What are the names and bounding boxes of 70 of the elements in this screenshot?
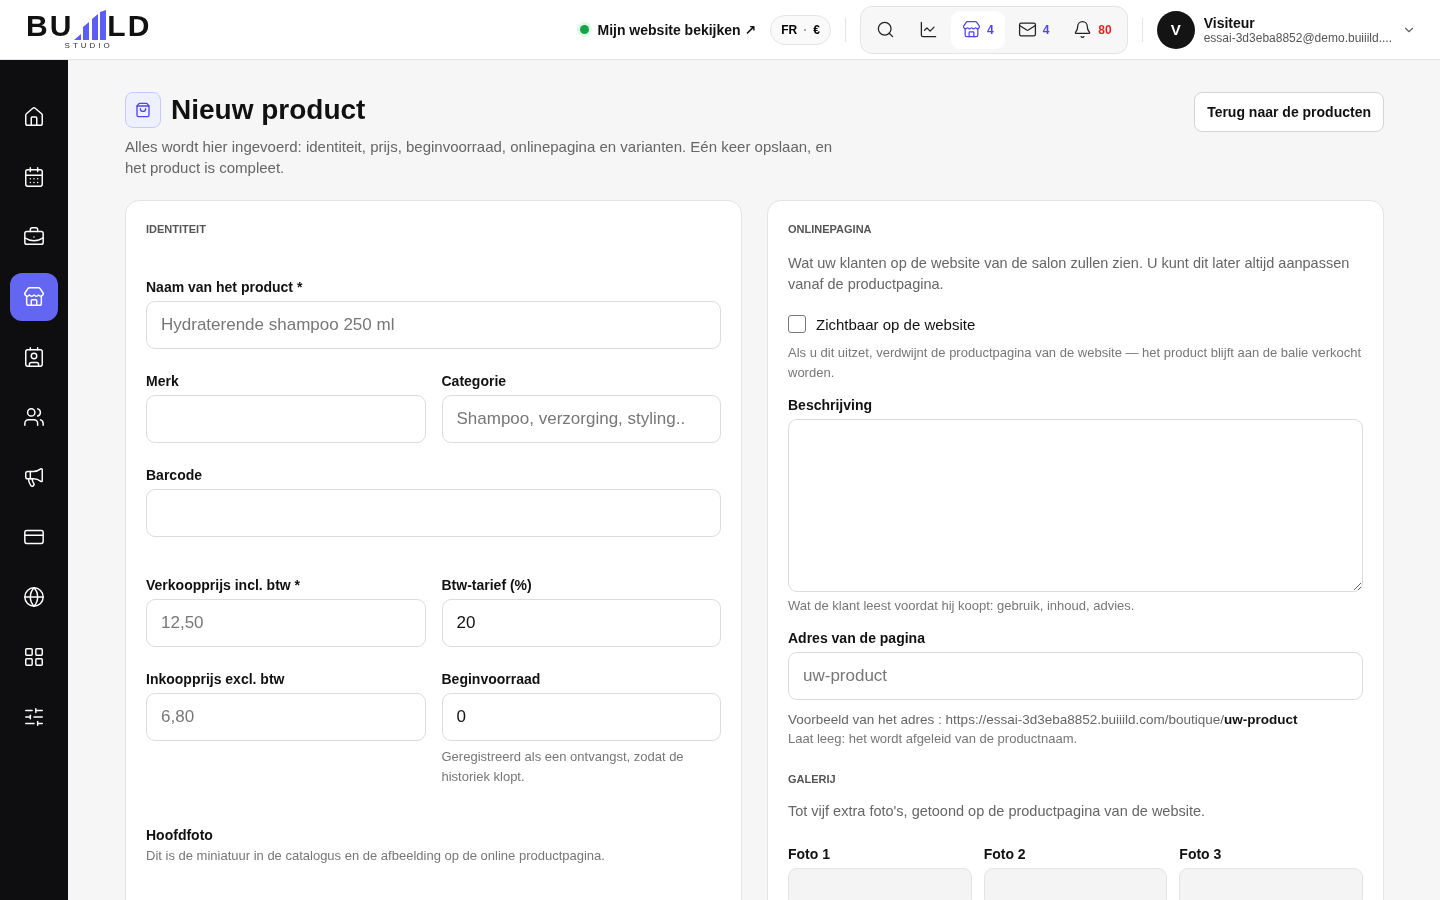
user-name: Visiteur [1203,14,1256,31]
section-title: ONLINEPAGINA [788,223,873,235]
field-label: Categorie [441,373,508,389]
field-hint: Geregistreerd als een ontvangst, zodat de historiek klopt. [441,748,685,786]
bars-logo-icon [73,9,108,40]
page-subtitle: Alles wordt hier ingevoerd: identiteit, prijs, beginvoorraad, onlinepagina en varianten. Eén keer opslaan, en het product is compleet. [125,137,834,178]
chart-icon [918,20,938,39]
section-intro: Tot vijf extra foto's, getoond op de productpagina van de website. [788,802,1207,821]
home-icon [23,106,45,128]
back-button[interactable]: Terug naar de producten [1194,92,1384,132]
field-label: Foto 1 [788,846,831,862]
field-label: Foto 3 [1179,846,1223,862]
calendar-icon [23,166,45,188]
users-icon [23,406,45,428]
user-email: essai-3d3eba8852@demo.buiiild.... [1203,30,1392,45]
input-field[interactable]: Hydraterende shampoo 250 ml [146,301,721,349]
input-field[interactable] [146,489,721,537]
store-button[interactable]: 4 [950,10,1005,49]
briefcase-icon [23,226,45,248]
locale-button[interactable]: FR · € [770,14,831,45]
globe-icon [23,586,45,608]
sidebar-item[interactable] [10,273,58,321]
input-field[interactable]: Shampoo, verzorging, styling.. [441,395,721,443]
status-dot [580,25,590,34]
logo-subtitle: STUDIO [64,40,113,50]
address-preview: Voorbeeld van het adres : https://essai-3d3eba8852.buiiild.com/boutique/uw-product [788,712,1299,727]
avatar: V [1156,10,1195,49]
store-icon [23,286,45,308]
grid-icon [23,646,45,668]
field-label: Inkoopprijs excl. btw [146,671,286,687]
mail-icon [1017,20,1037,39]
input-field[interactable]: uw-product [788,652,1363,700]
input-field[interactable] [146,395,426,443]
view-website-link[interactable]: Mijn website bekijken ↗ [597,21,757,38]
sliders-icon [23,706,45,728]
field-hint: Wat de klant leest voordat hij koopt: gebruik, inhoud, advies. [788,597,1136,615]
field-label: Beginvoorraad [441,671,542,687]
logo-text: BU [26,11,74,40]
field-label: Naam van het product * [146,279,304,295]
store-icon [961,20,981,39]
field-label: Hoofdfoto [146,827,214,843]
megaphone-icon [23,466,45,488]
shopping-bag-icon [125,92,161,128]
section-intro: Wat uw klanten op de website van de salon zullen zien. U kunt dit later altijd aanpassen vanaf de productpagina. [788,254,1351,294]
contact-icon [23,346,45,368]
field-label: Beschrijving [788,397,874,413]
field-label: Merk [146,373,180,389]
bell-icon [1073,20,1093,39]
section-title: GALERIJ [788,773,837,785]
checkbox[interactable] [788,315,806,333]
page-title: Nieuw product [171,94,366,126]
field-label: Verkoopprijs incl. btw * [146,577,302,593]
search-icon [875,20,895,39]
field-label: Foto 2 [983,846,1027,862]
logo-text: LD [107,11,152,40]
input-field[interactable]: 12,50 [146,599,426,647]
mail-button[interactable]: 4 [1006,10,1061,49]
checkbox-label: Zichtbaar op de website [816,315,976,333]
field-hint: Als u dit uitzet, verdwijnt de productpagina van de website — het product blijft aan de balie verkocht worden. [788,344,1363,382]
bell-button[interactable]: 80 [1062,10,1123,49]
input-field[interactable]: 20 [441,599,721,647]
field-label: Barcode [146,467,204,483]
field-hint: Dit is de miniatuur in de catalogus en de afbeelding op de online productpagina. [146,847,606,865]
input-field[interactable]: 6,80 [146,693,426,741]
section-title: IDENTITEIT [146,223,207,235]
field-hint: Laat leeg: het wordt afgeleid van de productnaam. [788,730,1079,748]
field-label: Btw-tarief (%) [441,577,533,593]
input-field[interactable]: 0 [441,693,721,741]
visible-checkbox[interactable]: Zichtbaar op de website [788,315,1363,333]
field-label: Adres van de pagina [788,630,926,646]
